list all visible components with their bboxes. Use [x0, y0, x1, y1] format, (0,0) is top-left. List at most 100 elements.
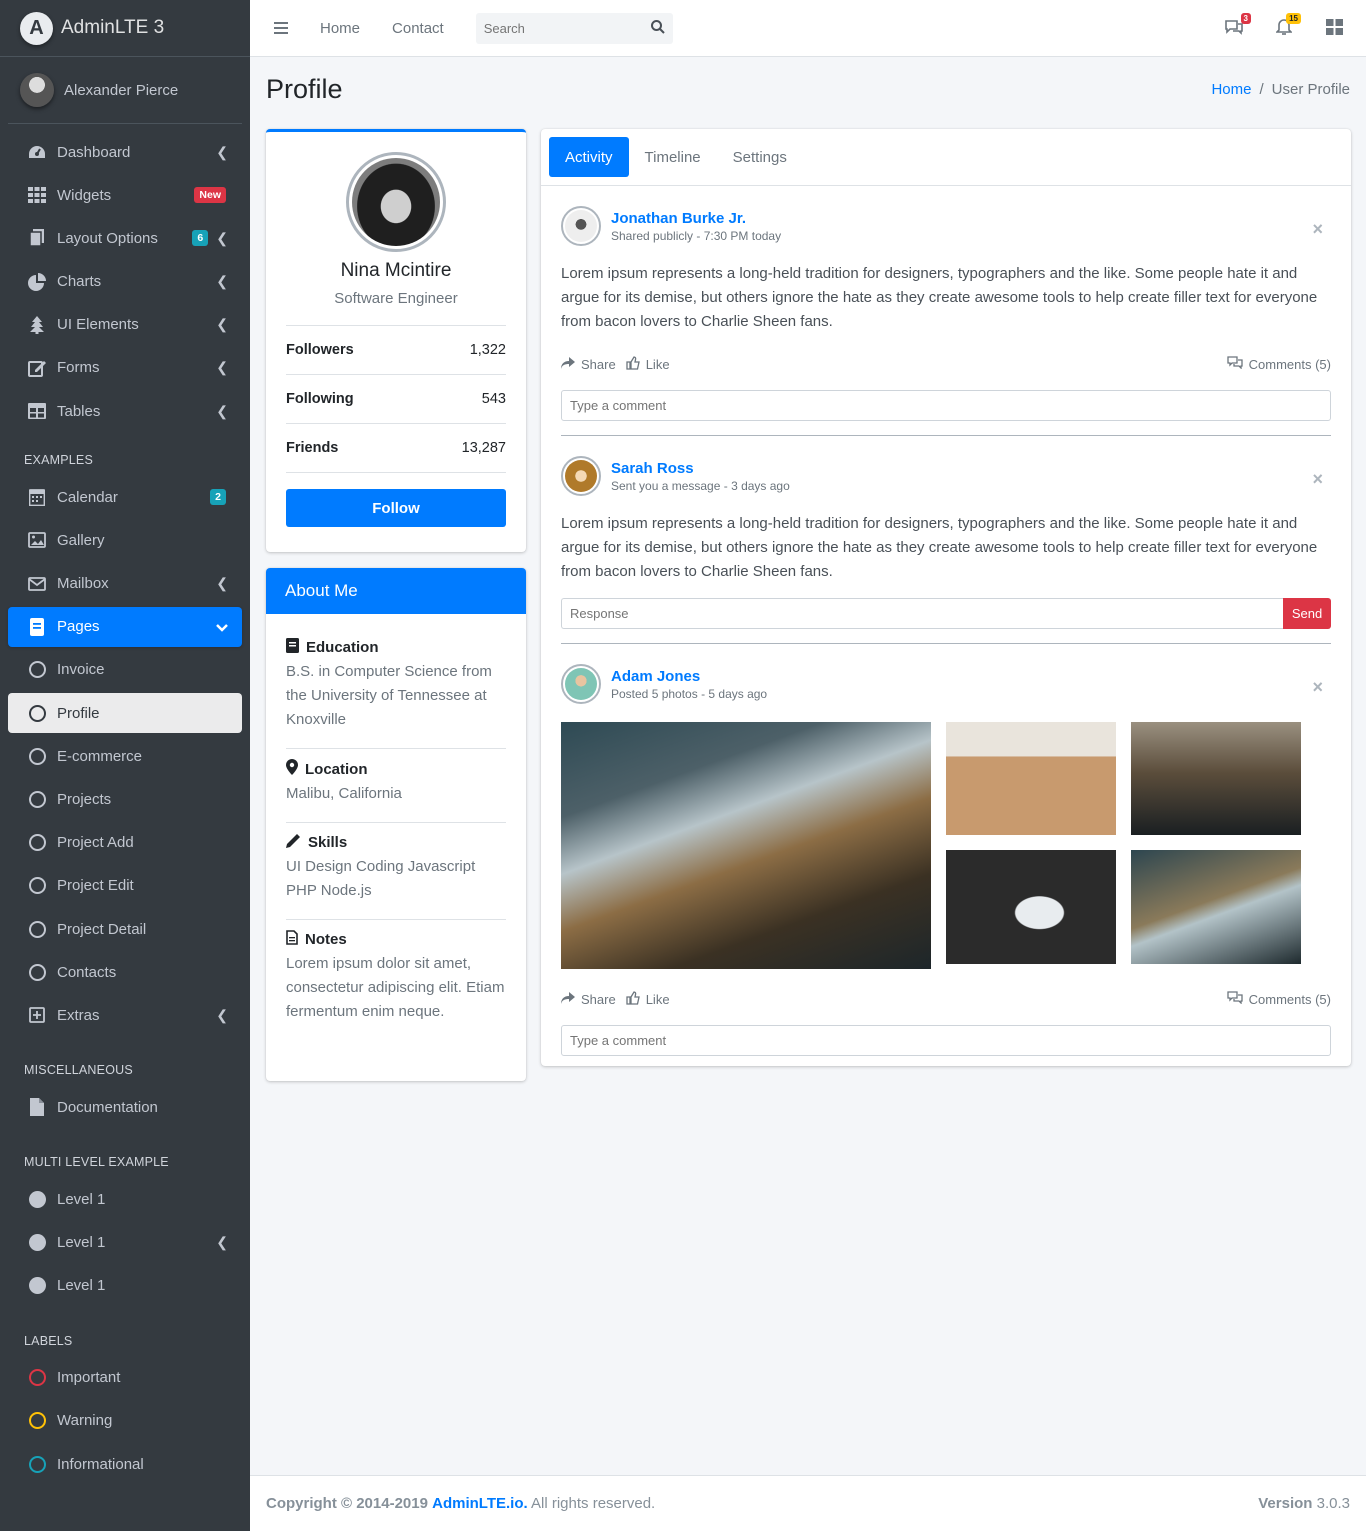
sidebar-item-dashboard[interactable]: Dashboard ❮	[8, 132, 242, 172]
chevron-left-icon: ❮	[216, 575, 228, 591]
footer-link[interactable]: AdminLTE.io.	[432, 1495, 528, 1512]
breadcrumb-home-link[interactable]: Home	[1211, 81, 1251, 98]
messages-dropdown[interactable]: 3	[1224, 13, 1251, 38]
send-button[interactable]: Send	[1283, 598, 1331, 629]
sidebar-item-profile[interactable]: Profile	[8, 693, 242, 734]
nav-link-contact[interactable]: Contact	[392, 20, 444, 37]
sidebar-item-pages[interactable]: Pages	[8, 606, 242, 647]
brand-link[interactable]: A AdminLTE 3	[0, 0, 250, 57]
comment-input[interactable]	[561, 1025, 1331, 1056]
circle-icon	[28, 1369, 46, 1387]
chevron-left-icon: ❮	[216, 359, 228, 376]
post-username[interactable]: Jonathan Burke Jr.	[611, 210, 781, 227]
share-label: Share	[581, 356, 616, 372]
photo[interactable]	[1131, 850, 1301, 964]
circle-icon	[28, 877, 46, 895]
sidebar-item-label: Level 1	[57, 1190, 106, 1208]
sidebar-item-mailbox[interactable]: Mailbox ❮	[8, 564, 242, 604]
nav-link-home[interactable]: Home	[320, 20, 360, 37]
sidebar-item-projects[interactable]: Projects	[8, 779, 242, 819]
calendar-icon	[28, 488, 46, 507]
sidebar-item-contacts[interactable]: Contacts	[8, 952, 242, 992]
photo[interactable]	[946, 850, 1116, 964]
sidebar-item-project-add[interactable]: Project Add	[8, 823, 242, 863]
sidebar-item-level-1[interactable]: Level 1	[8, 1266, 242, 1306]
chevron-down-icon	[216, 619, 228, 635]
stat-following: Following 543	[286, 375, 506, 424]
search-icon[interactable]	[650, 19, 665, 37]
photo[interactable]	[1131, 722, 1301, 835]
hamburger-menu-icon[interactable]	[274, 22, 288, 34]
sidebar-item-warning[interactable]: Warning	[8, 1401, 242, 1441]
sidebar-item-informational[interactable]: Informational	[8, 1444, 242, 1484]
user-panel[interactable]: Alexander Pierce	[8, 57, 242, 124]
navbar-search	[475, 12, 673, 44]
response-input[interactable]	[561, 598, 1283, 629]
stat-value[interactable]: 543	[482, 391, 506, 407]
section-text: Malibu, California	[286, 785, 402, 802]
post-username[interactable]: Sarah Ross	[611, 460, 790, 477]
photo[interactable]	[561, 722, 931, 969]
like-link[interactable]: Like	[626, 355, 670, 373]
photo[interactable]	[946, 722, 1116, 835]
photo-grid	[946, 722, 1301, 969]
sidebar-item-gallery[interactable]: Gallery	[8, 520, 242, 560]
sidebar-item-charts[interactable]: Charts ❮	[8, 262, 242, 302]
search-input[interactable]	[483, 20, 634, 36]
sidebar-item-forms[interactable]: Forms ❮	[8, 348, 242, 388]
footer-copyright: Copyright © 2014-2019 AdminLTE.io. All r…	[266, 1495, 655, 1512]
close-icon[interactable]: ×	[1312, 677, 1323, 698]
dot-icon	[28, 1190, 46, 1208]
stat-value[interactable]: 13,287	[462, 440, 506, 456]
sidebar-item-label: Warning	[57, 1412, 113, 1430]
section-title: Notes	[305, 931, 347, 948]
share-link[interactable]: Share	[561, 991, 616, 1007]
tree-icon	[28, 315, 46, 334]
about-education: Education B.S. in Computer Science from …	[286, 628, 506, 749]
comment-input[interactable]	[561, 390, 1331, 421]
sidebar-item-tables[interactable]: Tables ❮	[8, 391, 242, 431]
comments-link[interactable]: Comments (5)	[1226, 991, 1331, 1007]
sidebar-item-extras[interactable]: Extras ❮	[8, 995, 242, 1035]
notifications-dropdown[interactable]: 15	[1274, 13, 1301, 38]
like-label: Like	[645, 356, 670, 372]
sidebar-item-layout-options[interactable]: Layout Options 6 ❮	[8, 218, 242, 258]
sidebar-item-calendar[interactable]: Calendar 2	[8, 477, 242, 517]
control-sidebar-toggle[interactable]	[1324, 18, 1344, 38]
sidebar-item-important[interactable]: Important	[8, 1358, 242, 1398]
comments-link[interactable]: Comments (5)	[1226, 356, 1331, 372]
stat-value[interactable]: 1,322	[470, 342, 506, 358]
share-link[interactable]: Share	[561, 356, 616, 372]
sidebar-item-label: Informational	[57, 1455, 144, 1473]
tab-settings[interactable]: Settings	[717, 137, 803, 177]
sidebar-item-ui-elements[interactable]: UI Elements ❮	[8, 305, 242, 345]
sidebar-item-project-detail[interactable]: Project Detail	[8, 909, 242, 949]
post-username[interactable]: Adam Jones	[611, 668, 767, 685]
close-icon[interactable]: ×	[1312, 219, 1323, 240]
sidebar-item-widgets[interactable]: Widgets New	[8, 175, 242, 215]
follow-button[interactable]: Follow	[286, 489, 506, 527]
share-label: Share	[581, 991, 616, 1007]
sidebar-item-project-edit[interactable]: Project Edit	[8, 866, 242, 906]
notifications-badge: 15	[1286, 13, 1301, 24]
sidebar-nav: Dashboard ❮ Widgets New Layout Options 6…	[0, 124, 250, 1484]
rights-text: All rights reserved.	[531, 1495, 656, 1512]
about-me-body: Education B.S. in Computer Science from …	[266, 614, 526, 1054]
edit-icon	[28, 359, 46, 377]
post-actions: Share Like Comments (5)	[561, 987, 1331, 1011]
sidebar-item-level-1[interactable]: Level 1 ❮	[8, 1223, 242, 1263]
user-name[interactable]: Alexander Pierce	[64, 82, 178, 99]
sidebar-item-label: Pages	[57, 618, 100, 636]
tab-timeline[interactable]: Timeline	[629, 137, 717, 177]
sidebar-item-e-commerce[interactable]: E-commerce	[8, 736, 242, 776]
sidebar-item-label: Mailbox	[57, 575, 109, 592]
circle-icon	[28, 661, 46, 679]
tab-activity[interactable]: Activity	[549, 137, 629, 177]
sidebar-item-label: Layout Options	[57, 229, 158, 247]
like-link[interactable]: Like	[626, 990, 670, 1008]
close-icon[interactable]: ×	[1312, 469, 1323, 490]
sidebar-item-documentation[interactable]: Documentation	[8, 1087, 242, 1127]
sidebar-item-invoice[interactable]: Invoice	[8, 650, 242, 690]
section-title: Location	[305, 760, 368, 778]
sidebar-item-level-1[interactable]: Level 1	[8, 1179, 242, 1219]
